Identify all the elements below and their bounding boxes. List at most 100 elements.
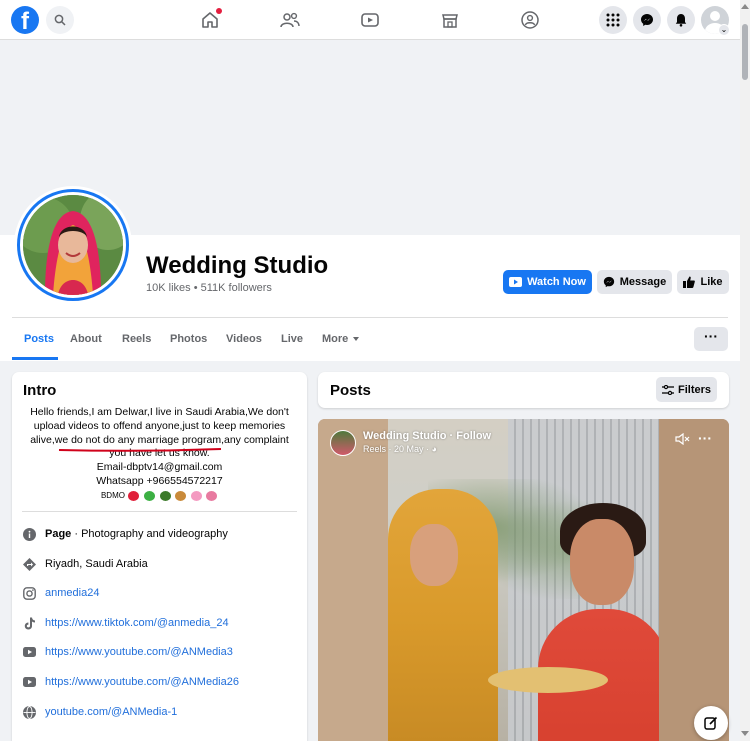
- detail-text: · Photography and videography: [71, 528, 228, 540]
- location-icon: [22, 557, 36, 571]
- detail-youtube-1[interactable]: https://www.youtube.com/@ANMedia3: [22, 643, 302, 661]
- detail-text: Riyadh, Saudi Arabia: [45, 558, 148, 570]
- messenger-icon: [603, 276, 614, 288]
- blossom-icon: [206, 490, 218, 501]
- flower-emoji-icon: [175, 490, 187, 501]
- website-link[interactable]: youtube.com/@ANMedia-1: [45, 706, 177, 718]
- globe-icon: [22, 705, 36, 719]
- scroll-down-arrow-icon[interactable]: [741, 731, 749, 736]
- tiktok-icon: [22, 616, 36, 630]
- messenger-button[interactable]: [633, 6, 661, 34]
- reel-blur-left: [318, 419, 388, 741]
- tab-more[interactable]: More: [322, 333, 360, 345]
- filters-label: Filters: [677, 383, 711, 396]
- reel-author-avatar[interactable]: [330, 430, 356, 456]
- profile-photo-image: [23, 195, 123, 295]
- tab-live[interactable]: Live: [281, 333, 303, 345]
- filters-button[interactable]: Filters: [656, 377, 717, 402]
- like-button[interactable]: Like: [677, 270, 729, 294]
- new-message-button[interactable]: [694, 706, 728, 740]
- more-options-button[interactable]: ···: [694, 327, 728, 351]
- compose-icon: [704, 716, 718, 730]
- detail-website[interactable]: youtube.com/@ANMedia-1: [22, 703, 302, 721]
- youtube-icon: [22, 645, 36, 659]
- home-notification-dot: [216, 8, 222, 14]
- red-heart-icon: [128, 490, 140, 501]
- thumbs-up-icon: [683, 276, 696, 288]
- tab-posts[interactable]: Posts: [24, 333, 54, 345]
- scroll-thumb[interactable]: [742, 24, 748, 80]
- tab-about[interactable]: About: [70, 333, 102, 345]
- bio-line: alive,we do not do any marriage program,…: [30, 433, 289, 446]
- face-left: [410, 524, 458, 586]
- caret-down-icon: [353, 337, 360, 342]
- chevron-down-icon[interactable]: ⌄: [718, 24, 730, 36]
- marketplace-icon[interactable]: [439, 9, 461, 31]
- tab-photos[interactable]: Photos: [170, 333, 207, 345]
- reel-meta: Reels · 20 May · ◕: [363, 444, 437, 454]
- red-highlight-underline: [58, 448, 222, 452]
- search-icon: [54, 14, 66, 26]
- green-heart-icon: [143, 490, 155, 501]
- top-navigation-bar: f ⌄: [0, 0, 740, 40]
- mute-icon[interactable]: [675, 433, 691, 445]
- instagram-icon: [22, 586, 36, 600]
- play-icon: [509, 277, 523, 287]
- tab-more-label: More: [322, 333, 349, 345]
- menu-button[interactable]: [599, 6, 627, 34]
- detail-youtube-2[interactable]: https://www.youtube.com/@ANMedia26: [22, 673, 302, 691]
- page-title: Wedding Studio: [146, 252, 329, 279]
- watch-now-label: Watch Now: [527, 276, 586, 288]
- pink-flower-icon: [190, 490, 202, 501]
- page-scrollbar[interactable]: [740, 0, 750, 741]
- page-stats[interactable]: 10K likes • 511K followers: [146, 282, 272, 294]
- youtube-link[interactable]: https://www.youtube.com/@ANMedia3: [45, 646, 233, 658]
- bio-line: Whatsapp +966554572217: [96, 474, 223, 487]
- reel-meta-text: Reels · 20 May ·: [363, 444, 430, 454]
- friends-icon[interactable]: [279, 9, 301, 31]
- person-emoji-icon: [159, 490, 171, 501]
- like-label: Like: [700, 276, 723, 288]
- watch-icon[interactable]: [359, 9, 381, 31]
- reel-post[interactable]: Wedding Studio · Follow Reels · 20 May ·…: [318, 419, 729, 741]
- info-icon: [22, 527, 36, 541]
- face-right: [570, 519, 634, 605]
- reel-video-frame[interactable]: [388, 419, 659, 741]
- tiktok-link[interactable]: https://www.tiktok.com/@anmedia_24: [45, 617, 229, 629]
- bio-line: Email-dbptv14@gmail.com: [96, 461, 223, 474]
- message-label: Message: [619, 276, 667, 288]
- active-tab-indicator: [12, 357, 58, 360]
- filters-icon: [661, 384, 674, 395]
- facebook-logo[interactable]: f: [11, 6, 39, 34]
- bdmo-label: BDMO: [100, 491, 125, 501]
- intro-divider: [22, 511, 297, 512]
- public-globe-icon: ◕: [431, 444, 437, 454]
- bio-line: Hello friends,I am Delwar,I live in Saud…: [30, 406, 289, 418]
- tab-videos[interactable]: Videos: [226, 333, 262, 345]
- youtube-link[interactable]: https://www.youtube.com/@ANMedia26: [45, 676, 239, 688]
- watch-now-button[interactable]: Watch Now: [503, 270, 592, 294]
- bio-emoji-row: BDMO: [12, 490, 307, 501]
- header-divider: [12, 317, 728, 318]
- message-button[interactable]: Message: [597, 270, 672, 294]
- bio-line: upload videos to offend anyone,just to k…: [33, 419, 286, 432]
- scroll-up-arrow-icon[interactable]: [741, 4, 749, 9]
- detail-tiktok[interactable]: https://www.tiktok.com/@anmedia_24: [22, 614, 302, 632]
- youtube-icon: [22, 675, 36, 689]
- posts-heading: Posts: [330, 382, 371, 399]
- detail-instagram[interactable]: anmedia24: [22, 584, 302, 602]
- detail-location: Riyadh, Saudi Arabia: [22, 555, 302, 573]
- reel-author[interactable]: Wedding Studio · Follow: [363, 430, 491, 442]
- reel-blur-right: [659, 419, 729, 741]
- messenger-icon: [641, 14, 653, 26]
- search-button[interactable]: [46, 6, 74, 34]
- profile-picture[interactable]: [14, 186, 132, 304]
- detail-page-category: Page · Photography and videography: [22, 525, 302, 543]
- reel-options-button[interactable]: ···: [698, 430, 712, 446]
- intro-heading: Intro: [23, 382, 57, 399]
- groups-icon[interactable]: [519, 9, 541, 31]
- posts-header-card: Posts Filters: [318, 372, 729, 408]
- instagram-link[interactable]: anmedia24: [45, 587, 99, 599]
- tab-reels[interactable]: Reels: [122, 333, 151, 345]
- notifications-button[interactable]: [667, 6, 695, 34]
